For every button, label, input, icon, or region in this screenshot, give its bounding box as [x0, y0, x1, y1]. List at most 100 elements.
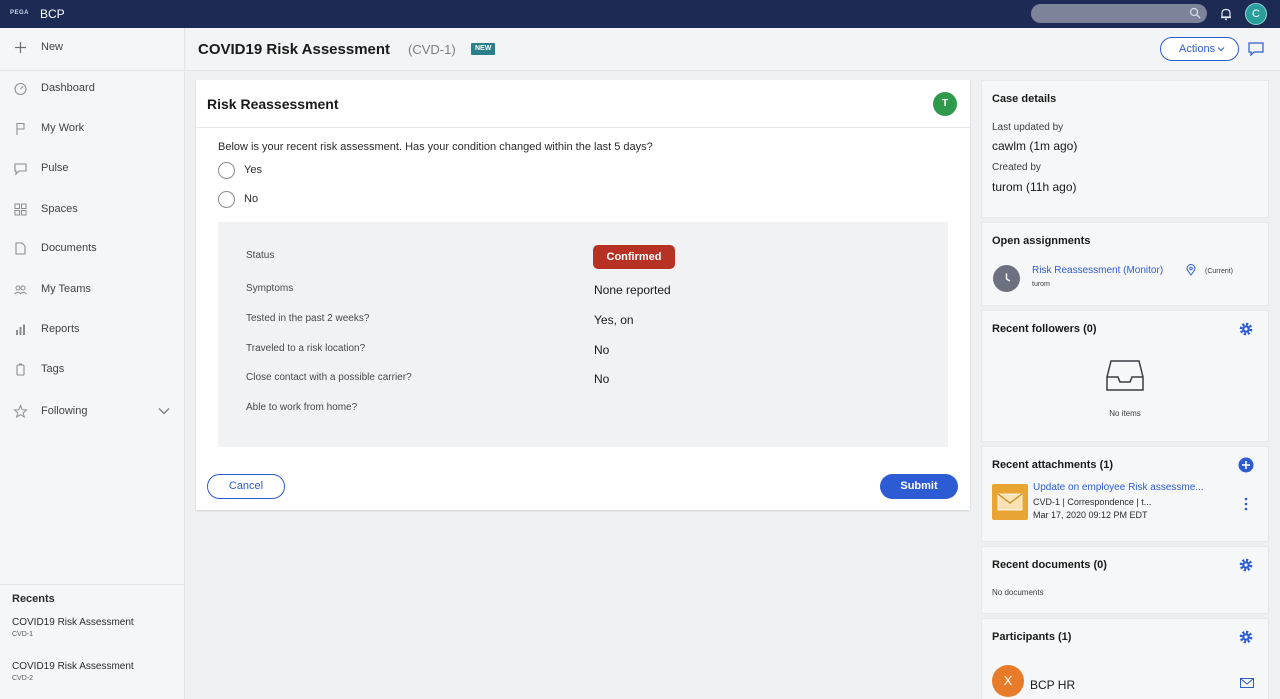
app-name[interactable]: BCP	[40, 7, 65, 21]
page-title: COVID19 Risk Assessment	[198, 41, 391, 58]
actions-button-label: Actions	[1179, 43, 1216, 55]
sidebar-item-label: New	[41, 41, 64, 53]
search-input[interactable]	[1031, 4, 1207, 23]
question-text: Below is your recent risk assessment. Ha…	[218, 141, 653, 153]
sidebar-item-dashboard[interactable]: Dashboard	[0, 73, 185, 103]
sidebar-item-following[interactable]: Following	[0, 396, 185, 426]
gear-icon[interactable]	[1238, 321, 1254, 337]
submit-button[interactable]: Submit	[880, 474, 958, 499]
envelope-icon	[992, 484, 1028, 520]
bar-chart-icon	[16, 324, 25, 335]
participants-panel: Participants (1) X BCP HR	[981, 618, 1269, 699]
plus-icon	[15, 42, 26, 53]
chat-icon[interactable]	[1248, 42, 1264, 56]
last-updated-label: Last updated by	[992, 122, 1064, 133]
radio-button[interactable]	[218, 162, 235, 179]
recent-item-id: CVD-1	[12, 631, 34, 638]
dashboard-icon	[14, 82, 27, 96]
search-icon[interactable]	[1189, 7, 1201, 19]
sidebar-item-new[interactable]: New	[0, 32, 185, 62]
panel-title: Recent attachments (1)	[992, 459, 1114, 471]
summary-label: Status	[246, 250, 275, 261]
risk-reassessment-card: Risk Reassessment T Below is your recent…	[196, 80, 970, 510]
brand-logo: PEGA	[10, 10, 30, 16]
summary-value: Yes, on	[594, 313, 634, 327]
actions-button[interactable]: Actions	[1160, 37, 1239, 61]
sidebar-item-label: Documents	[41, 242, 97, 254]
summary-value: No	[594, 372, 610, 386]
sidebar: New Dashboard My Work Pulse Spaces Docum…	[0, 28, 185, 699]
created-label: Created by	[992, 162, 1041, 173]
sidebar-item-label: Pulse	[41, 162, 69, 174]
case-header: COVID19 Risk Assessment (CVD-1) NEW Acti…	[186, 28, 1280, 71]
current-tag: (Current)	[1205, 268, 1234, 275]
sidebar-item-label: Dashboard	[41, 82, 95, 94]
sidebar-item-spaces[interactable]: Spaces	[0, 194, 185, 224]
mail-icon[interactable]	[1240, 678, 1254, 688]
summary-label: Tested in the past 2 weeks?	[246, 313, 370, 324]
spaces-grid-icon	[14, 203, 27, 216]
sidebar-item-tags[interactable]: Tags	[0, 354, 185, 384]
summary-value: No	[594, 343, 610, 357]
attachment-meta: CVD-1 | Correspondence | t...	[1033, 497, 1152, 507]
sidebar-item-label: Spaces	[41, 203, 78, 215]
summary-label: Symptoms	[246, 283, 294, 294]
recent-item[interactable]: COVID19 Risk Assessment CVD-1	[12, 617, 134, 638]
empty-message: No items	[1109, 409, 1141, 418]
sidebar-item-label: Reports	[41, 323, 80, 335]
tag-icon	[16, 363, 25, 376]
chat-bubble-icon	[14, 163, 27, 176]
recent-item-title: COVID19 Risk Assessment	[12, 617, 134, 628]
sidebar-item-label: Following	[41, 405, 88, 417]
chevron-down-icon[interactable]	[158, 407, 170, 415]
radio-button[interactable]	[218, 191, 235, 208]
star-icon	[13, 404, 28, 419]
clock-icon	[993, 265, 1020, 292]
sidebar-item-label: Tags	[41, 363, 65, 375]
empty-inbox-icon	[1106, 360, 1144, 391]
card-header: Risk Reassessment T	[196, 80, 970, 128]
last-updated-value: cawlm (1m ago)	[992, 139, 1078, 153]
sidebar-item-pulse[interactable]: Pulse	[0, 153, 185, 183]
recent-item-id: CVD-2	[12, 675, 34, 682]
gear-icon[interactable]	[1238, 557, 1254, 573]
participant-avatar: X	[992, 665, 1024, 697]
assignment-user: turom	[1032, 281, 1050, 288]
participant-name: BCP HR	[1030, 678, 1076, 692]
document-icon	[15, 242, 26, 255]
case-id: (CVD-1)	[408, 42, 456, 57]
recent-item[interactable]: COVID19 Risk Assessment CVD-2	[12, 661, 134, 682]
sidebar-item-reports[interactable]: Reports	[0, 314, 185, 344]
sidebar-item-documents[interactable]: Documents	[0, 233, 185, 263]
panel-title: Case details	[992, 93, 1057, 105]
attachment-link[interactable]: Update on employee Risk assessme...	[1033, 482, 1204, 493]
sidebar-item-my-work[interactable]: My Work	[0, 113, 185, 143]
recents-title: Recents	[12, 593, 55, 605]
attachment-date: Mar 17, 2020 09:12 PM EDT	[1033, 510, 1148, 520]
flag-icon	[16, 122, 25, 135]
more-options-icon[interactable]	[1244, 497, 1248, 511]
radio-label: No	[244, 193, 259, 205]
recent-followers-panel: Recent followers (0) No items	[981, 310, 1269, 442]
cancel-button[interactable]: Cancel	[207, 474, 285, 499]
assessment-summary: Status Confirmed Symptoms None reported …	[218, 222, 948, 447]
summary-label: Able to work from home?	[246, 402, 358, 413]
summary-value: None reported	[594, 283, 671, 297]
summary-label: Traveled to a risk location?	[246, 343, 366, 354]
empty-message: No documents	[992, 588, 1044, 597]
assignment-link[interactable]: Risk Reassessment (Monitor)	[1032, 265, 1163, 276]
notification-bell-icon[interactable]	[1219, 7, 1233, 21]
recent-attachments-panel: Recent attachments (1) Update on employe…	[981, 446, 1269, 542]
gear-icon[interactable]	[1238, 629, 1254, 645]
sidebar-item-my-teams[interactable]: My Teams	[0, 274, 185, 304]
divider	[0, 70, 185, 71]
recents-section: Recents COVID19 Risk Assessment CVD-1 CO…	[0, 584, 185, 699]
open-assignments-panel: Open assignments Risk Reassessment (Moni…	[981, 222, 1269, 306]
assignee-avatar: T	[933, 92, 957, 116]
chevron-down-icon	[1217, 47, 1225, 52]
user-avatar[interactable]: C	[1245, 3, 1267, 25]
add-attachment-icon[interactable]	[1238, 457, 1254, 473]
location-pin-icon	[1186, 264, 1196, 276]
panel-title: Open assignments	[992, 235, 1091, 247]
sidebar-item-label: My Work	[41, 122, 85, 134]
